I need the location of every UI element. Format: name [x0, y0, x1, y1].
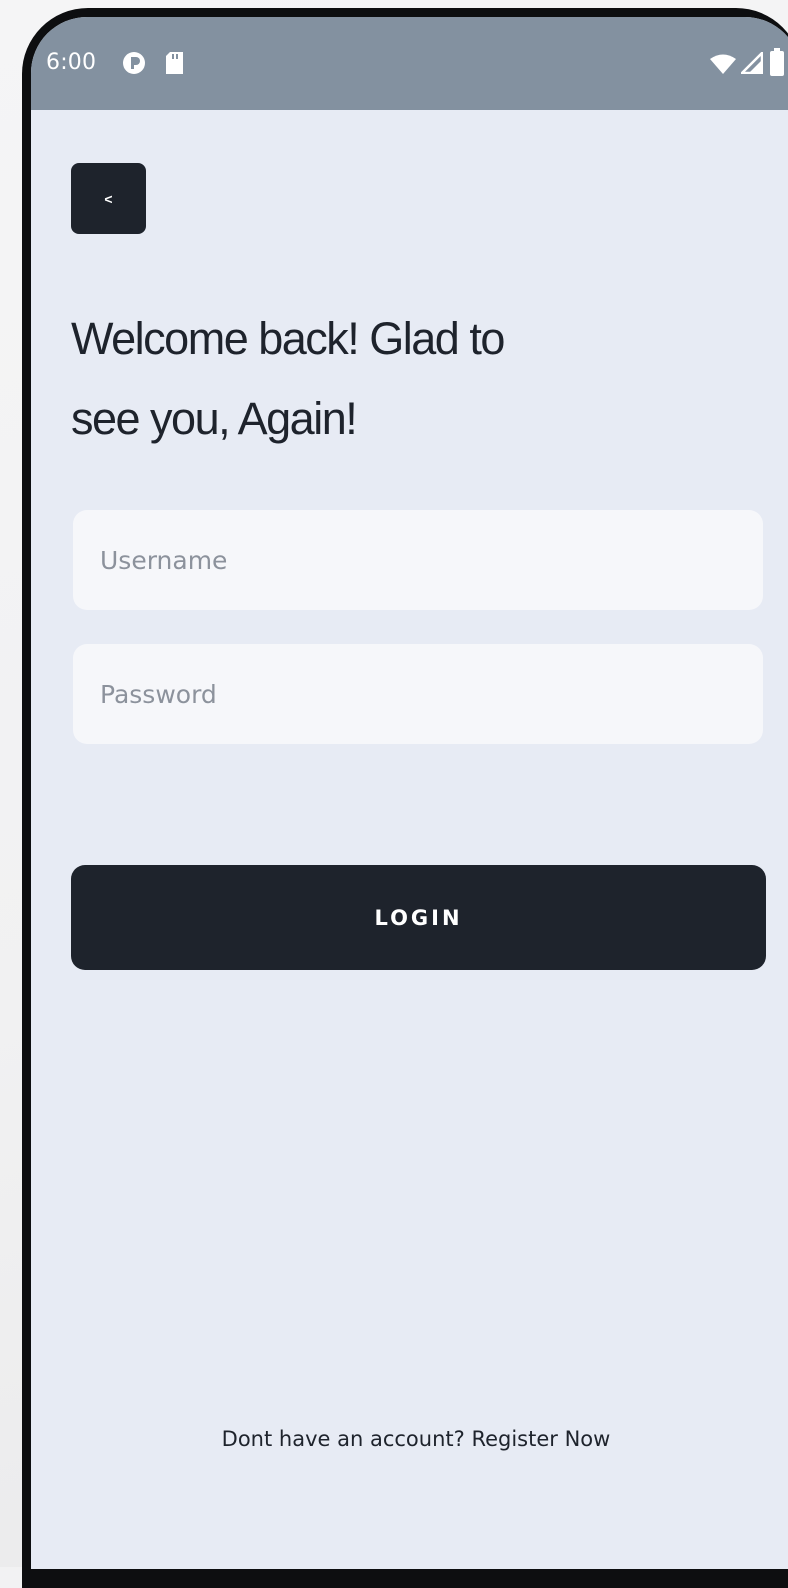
app-notification-icon: [121, 50, 147, 80]
login-button[interactable]: LOGIN: [71, 865, 766, 970]
title-line-2: see you, Again!: [71, 393, 358, 444]
app-screen: 6:00 < Welcome back! Glad to see you, Ag…: [31, 17, 788, 1569]
password-input[interactable]: [73, 644, 763, 744]
back-button[interactable]: <: [71, 163, 146, 234]
wifi-icon: [709, 53, 737, 79]
cellular-signal-icon: [738, 49, 764, 78]
register-prompt-text: Dont have an account?: [221, 1427, 465, 1451]
battery-icon: [769, 48, 785, 80]
register-now-link[interactable]: Register Now: [471, 1427, 610, 1451]
title-line-1: Welcome back! Glad to: [71, 313, 505, 364]
register-prompt: Dont have an account? Register Now: [31, 1427, 788, 1451]
page-title: Welcome back! Glad to see you, Again!: [71, 299, 711, 459]
sd-card-icon: [165, 50, 185, 80]
status-time: 6:00: [46, 50, 97, 75]
username-input[interactable]: [73, 510, 763, 610]
status-bar: 6:00: [31, 17, 788, 110]
